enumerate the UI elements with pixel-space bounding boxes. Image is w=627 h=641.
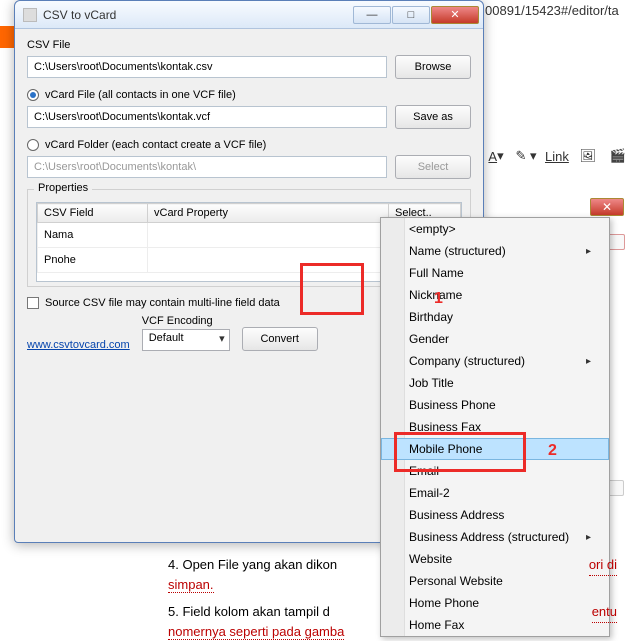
multiline-checkbox-label: Source CSV file may contain multi-line f… — [45, 297, 280, 309]
maximize-button[interactable]: □ — [392, 6, 430, 24]
csv-field-cell: Nama — [38, 223, 148, 248]
encoding-select[interactable]: Default — [142, 329, 230, 351]
multiline-checkbox[interactable] — [27, 297, 39, 309]
menu-item[interactable]: Nickname — [381, 284, 609, 306]
menu-item[interactable]: Email-2 — [381, 482, 609, 504]
csv-file-label: CSV File — [27, 39, 471, 51]
vcard-folder-radio-label: vCard Folder (each contact create a VCF … — [45, 139, 266, 151]
minimize-button[interactable]: — — [353, 6, 391, 24]
convert-button[interactable]: Convert — [242, 327, 318, 351]
vcard-folder-radio[interactable] — [27, 139, 39, 151]
vcard-property-cell — [148, 248, 389, 273]
select-folder-button: Select — [395, 155, 471, 179]
menu-item[interactable]: Full Name — [381, 262, 609, 284]
website-link[interactable]: www.csvtovcard.com — [27, 339, 130, 351]
menu-item[interactable]: Business Fax — [381, 416, 609, 438]
browse-button[interactable]: Browse — [395, 55, 471, 79]
col-csv-field[interactable]: CSV Field — [38, 204, 148, 223]
image-icon[interactable]: 🖼 — [577, 145, 599, 167]
app-icon — [23, 8, 37, 22]
menu-item[interactable]: Business Phone — [381, 394, 609, 416]
menu-item[interactable]: Email — [381, 460, 609, 482]
url-fragment: 00891/15423#/editor/ta — [485, 3, 619, 18]
csv-field-cell: Pnohe — [38, 248, 148, 273]
text-color-icon[interactable]: A ▾ — [485, 145, 507, 167]
bg-window-close-icon[interactable]: ✕ — [590, 198, 624, 216]
menu-item[interactable]: Job Title — [381, 372, 609, 394]
titlebar[interactable]: CSV to vCard — □ ✕ — [15, 1, 483, 29]
window-title: CSV to vCard — [43, 8, 352, 22]
vcard-property-cell — [148, 223, 389, 248]
menu-item[interactable]: Business Address (structured) — [381, 526, 609, 548]
csv-path-input[interactable] — [27, 56, 387, 78]
annotation-number-1: 1 — [434, 290, 443, 308]
vcard-file-radio[interactable] — [27, 89, 39, 101]
save-as-button[interactable]: Save as — [395, 105, 471, 129]
menu-item[interactable]: Company (structured) — [381, 350, 609, 372]
encoding-label: VCF Encoding — [142, 315, 230, 327]
menu-item[interactable]: <empty> — [381, 218, 609, 240]
bg-toolbar: A ▾ ✎ ▾ Link 🖼 🎬 — [485, 145, 627, 167]
close-button[interactable]: ✕ — [431, 6, 479, 24]
background-document: 4. Open File yang akan dikonori di simpa… — [168, 555, 617, 641]
menu-item[interactable]: Business Address — [381, 504, 609, 526]
menu-item[interactable]: Mobile Phone — [381, 438, 609, 460]
col-vcard-property[interactable]: vCard Property — [148, 204, 389, 223]
vcard-file-radio-label: vCard File (all contacts in one VCF file… — [45, 89, 236, 101]
video-icon[interactable]: 🎬 — [607, 145, 627, 167]
annotation-number-2: 2 — [548, 442, 557, 460]
menu-item[interactable]: Gender — [381, 328, 609, 350]
menu-item[interactable]: Name (structured) — [381, 240, 609, 262]
vcard-folder-path-input — [27, 156, 387, 178]
vcard-file-path-input[interactable] — [27, 106, 387, 128]
highlight-icon[interactable]: ✎ ▾ — [515, 145, 537, 167]
menu-item[interactable]: Birthday — [381, 306, 609, 328]
insert-link-button[interactable]: Link — [545, 149, 569, 164]
properties-legend: Properties — [34, 182, 92, 194]
